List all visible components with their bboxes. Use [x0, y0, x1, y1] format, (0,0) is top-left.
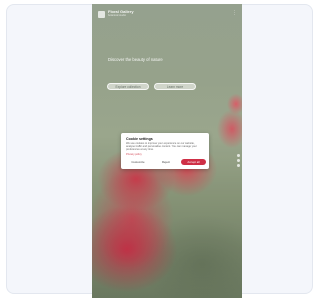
carousel-dots[interactable]: [237, 154, 240, 167]
brand[interactable]: Floral Gallery botanical studio: [98, 10, 134, 18]
carousel-dot[interactable]: [237, 154, 240, 157]
accept-all-button[interactable]: Accept all: [181, 159, 206, 165]
carousel-dot[interactable]: [237, 159, 240, 162]
carousel-dot[interactable]: [237, 164, 240, 167]
brand-subtitle: botanical studio: [108, 14, 127, 17]
dialog-title: Cookie settings: [126, 137, 153, 141]
reject-button[interactable]: Reject: [154, 159, 178, 165]
cookie-dialog: Cookie settings We use cookies to improv…: [121, 133, 209, 169]
hero-headline: Discover the beauty of nature: [108, 57, 163, 62]
privacy-link[interactable]: Privacy policy: [126, 153, 142, 156]
dialog-body: We use cookies to improve your experienc…: [126, 142, 197, 152]
logo-icon: [98, 11, 105, 18]
menu-icon[interactable]: ⋮: [232, 10, 237, 16]
learn-more-button[interactable]: Learn more: [154, 83, 196, 90]
brand-text: Floral Gallery botanical studio: [108, 10, 134, 18]
customize-button[interactable]: Customize: [126, 159, 150, 165]
explore-button[interactable]: Explore collection: [107, 83, 149, 90]
